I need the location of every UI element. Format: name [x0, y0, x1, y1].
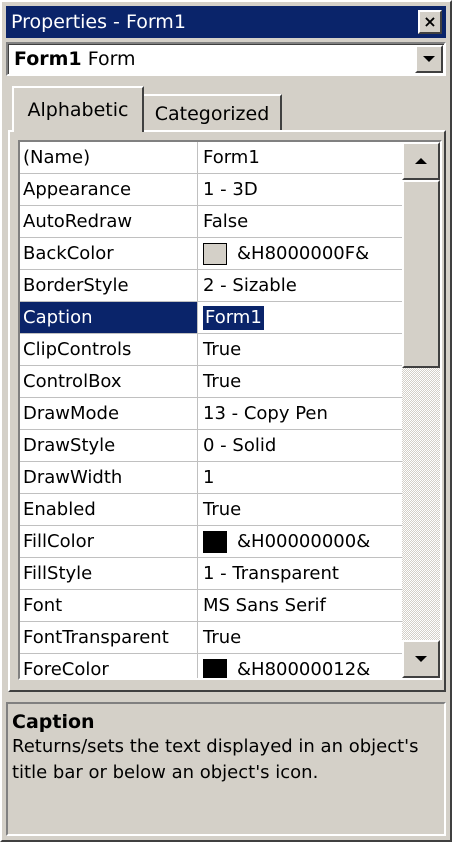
tab-categorized-label: Categorized — [154, 102, 270, 125]
tab-panel — [8, 130, 446, 692]
description-title: Caption — [12, 711, 95, 733]
properties-window: Properties - Form1 × Form1 Form Alphabet… — [0, 0, 452, 842]
tab-alphabetic-label: Alphabetic — [27, 99, 129, 121]
object-selector-value: Form1 Form — [8, 48, 415, 70]
object-dropdown-button[interactable] — [415, 45, 443, 73]
close-button[interactable]: × — [418, 10, 442, 34]
window-title: Properties - Form1 — [11, 11, 186, 33]
object-type: Form — [87, 48, 136, 70]
description-pane: Caption Returns/sets the text displayed … — [6, 702, 446, 836]
tab-alphabetic[interactable]: Alphabetic — [12, 86, 144, 132]
chevron-down-icon — [423, 56, 435, 62]
object-selector[interactable]: Form1 Form — [6, 42, 446, 76]
title-bar[interactable]: Properties - Form1 × — [6, 6, 446, 38]
tab-categorized[interactable]: Categorized — [142, 94, 282, 131]
close-icon: × — [423, 12, 437, 31]
object-name: Form1 — [14, 48, 82, 70]
description-text: Returns/sets the text displayed in an ob… — [12, 736, 419, 783]
